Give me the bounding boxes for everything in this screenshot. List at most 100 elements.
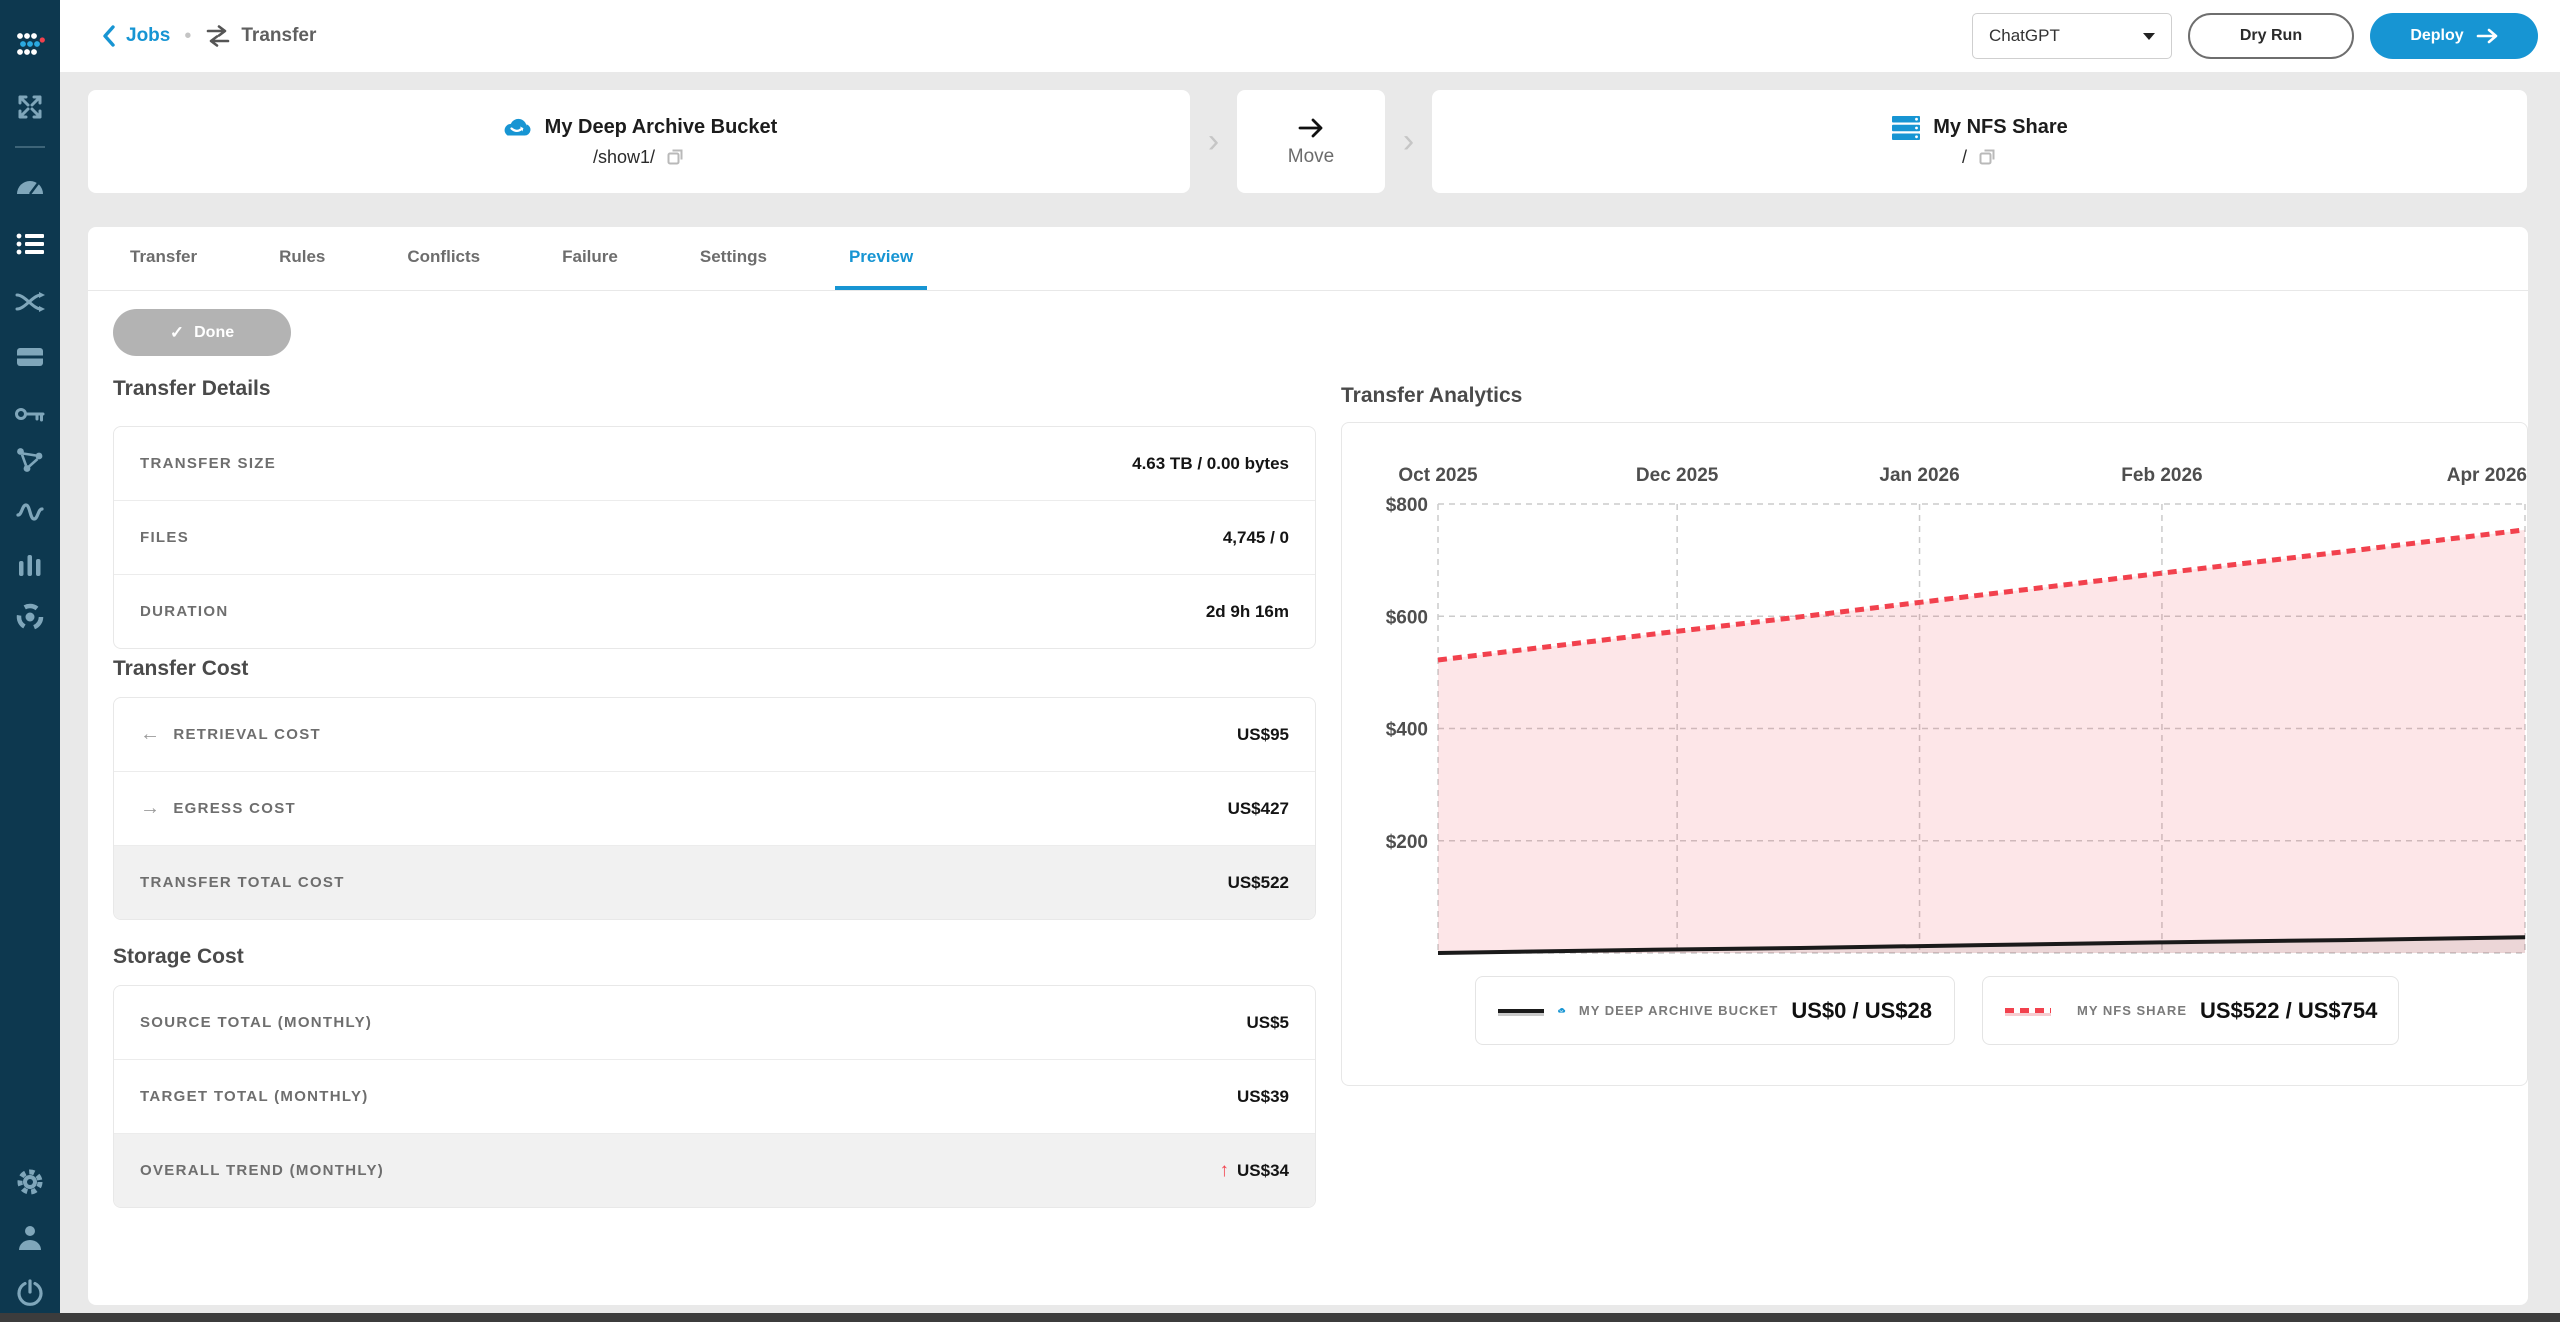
- sidebar-item-credentials[interactable]: [0, 406, 60, 422]
- network-share-icon: [16, 447, 44, 473]
- sidebar-item-storage[interactable]: [0, 347, 60, 367]
- target-path: /: [1962, 147, 1967, 168]
- chevron-left-icon: [100, 24, 118, 48]
- dry-run-button[interactable]: Dry Run: [2188, 13, 2354, 59]
- breadcrumb-separator: •: [184, 25, 191, 48]
- table-row-total: OVERALL TREND (MONTHLY) ↑ US$34: [114, 1133, 1315, 1207]
- row-label-text: RETRIEVAL COST: [173, 726, 321, 743]
- transfer-details-title: Transfer Details: [113, 377, 271, 401]
- power-icon: [16, 1279, 44, 1307]
- sidebar-item-account[interactable]: [0, 1224, 60, 1250]
- breadcrumb-jobs-label: Jobs: [126, 25, 170, 47]
- deploy-button[interactable]: Deploy: [2370, 13, 2538, 59]
- sidebar-item-replication[interactable]: [0, 602, 60, 632]
- page-title: Transfer: [241, 25, 316, 47]
- svg-text:Jan 2026: Jan 2026: [1879, 465, 1959, 486]
- transfer-details-table: TRANSFER SIZE 4.63 TB / 0.00 bytes FILES…: [113, 426, 1316, 649]
- gauge-icon: [15, 177, 45, 195]
- table-row: → EGRESS COST US$427: [114, 771, 1315, 845]
- page-title-group: Transfer: [205, 25, 316, 47]
- tab-conflicts[interactable]: Conflicts: [393, 227, 494, 290]
- transfer-analytics-chart: Oct 2025 Dec 2025 Jan 2026 Feb 2026 Apr 2026…: [1342, 423, 2527, 968]
- row-value: US$522: [1228, 873, 1289, 893]
- row-value: US$39: [1237, 1087, 1289, 1107]
- solid-line-swatch: [1498, 1009, 1544, 1013]
- app-logo[interactable]: [0, 30, 60, 58]
- mobility-arrows-icon: [16, 93, 44, 121]
- window-bottom-edge: [0, 1313, 2560, 1322]
- arrow-right-icon: [2476, 28, 2498, 44]
- chevron-down-icon: [2143, 33, 2155, 40]
- done-button[interactable]: ✓ Done: [113, 309, 291, 356]
- table-row: TARGET TOTAL (MONTHLY) US$39: [114, 1059, 1315, 1133]
- disc-icon: [15, 602, 45, 632]
- transfer-analytics-card: Oct 2025 Dec 2025 Jan 2026 Feb 2026 Apr 2026…: [1341, 422, 2528, 1086]
- dry-run-label: Dry Run: [2240, 27, 2302, 45]
- row-label: TRANSFER TOTAL COST: [140, 874, 345, 891]
- table-row: DURATION 2d 9h 16m: [114, 574, 1315, 648]
- sidebar-item-analytics[interactable]: [0, 554, 60, 576]
- row-label: TARGET TOTAL (MONTHLY): [140, 1088, 369, 1105]
- tab-transfer[interactable]: Transfer: [116, 227, 211, 290]
- tab-rules[interactable]: Rules: [265, 227, 339, 290]
- row-label: OVERALL TREND (MONTHLY): [140, 1162, 384, 1179]
- tab-preview[interactable]: Preview: [835, 227, 927, 290]
- tab-failure[interactable]: Failure: [548, 227, 632, 290]
- source-endpoint-card[interactable]: My Deep Archive Bucket /show1/: [88, 90, 1190, 193]
- svg-text:Dec 2025: Dec 2025: [1636, 465, 1719, 486]
- transfer-cost-title: Transfer Cost: [113, 657, 248, 681]
- svg-text:Oct 2025: Oct 2025: [1398, 465, 1478, 486]
- svg-text:Apr 2026: Apr 2026: [2447, 465, 2527, 486]
- sidebar-item-settings[interactable]: [0, 1167, 60, 1197]
- logo-dots-icon: [15, 30, 45, 58]
- legend-item-source[interactable]: MY DEEP ARCHIVE BUCKET US$0 / US$28: [1475, 976, 1955, 1045]
- tab-settings[interactable]: Settings: [686, 227, 781, 290]
- storage-card-icon: [16, 347, 44, 367]
- target-name: My NFS Share: [1933, 116, 2067, 139]
- table-row: FILES 4,745 / 0: [114, 500, 1315, 574]
- svg-text:Feb 2026: Feb 2026: [2121, 465, 2202, 486]
- sidebar-item-workflows[interactable]: [0, 292, 60, 312]
- row-value: US$95: [1237, 725, 1289, 745]
- trend-up-icon: ↑: [1220, 1160, 1230, 1182]
- done-label: Done: [194, 324, 234, 342]
- row-label: ← RETRIEVAL COST: [140, 723, 321, 746]
- row-label: SOURCE TOTAL (MONTHLY): [140, 1014, 372, 1031]
- sidebar-item-jobs[interactable]: [0, 233, 60, 255]
- row-label: → EGRESS COST: [140, 797, 296, 820]
- table-row: TRANSFER SIZE 4.63 TB / 0.00 bytes: [114, 427, 1315, 500]
- copy-icon[interactable]: [1977, 147, 1997, 167]
- target-endpoint-card[interactable]: My NFS Share /: [1432, 90, 2527, 193]
- source-path: /show1/: [593, 147, 655, 168]
- sidebar-item-logout[interactable]: [0, 1279, 60, 1307]
- row-value-text: US$34: [1237, 1161, 1289, 1181]
- row-value: US$427: [1228, 799, 1289, 819]
- bar-chart-icon: [18, 554, 42, 576]
- row-label: FILES: [140, 529, 189, 546]
- preset-select[interactable]: ChatGPT: [1972, 13, 2172, 59]
- source-name-row: My Deep Archive Bucket: [501, 116, 778, 140]
- arrow-left-icon: ←: [140, 723, 161, 746]
- shuffle-icon: [15, 292, 45, 312]
- legend-item-target[interactable]: MY NFS SHARE US$522 / US$754: [1982, 976, 2399, 1045]
- sidebar-item-network[interactable]: [0, 447, 60, 473]
- header-controls: ChatGPT Dry Run Deploy: [1972, 13, 2538, 59]
- table-row: SOURCE TOTAL (MONTHLY) US$5: [114, 986, 1315, 1059]
- copy-icon[interactable]: [665, 147, 685, 167]
- transfer-analytics-title: Transfer Analytics: [1341, 384, 1522, 408]
- sidebar-item-dashboard[interactable]: [0, 177, 60, 195]
- cloud-bucket-icon: [501, 116, 533, 140]
- check-icon: ✓: [170, 323, 184, 343]
- legend-value: US$522 / US$754: [2200, 998, 2377, 1024]
- transfer-cost-table: ← RETRIEVAL COST US$95 → EGRESS COST US$…: [113, 697, 1316, 920]
- nfs-share-icon: [1891, 116, 1921, 140]
- transfer-arrows-icon: [205, 25, 231, 47]
- sidebar-item-activity[interactable]: [0, 501, 60, 523]
- operation-card[interactable]: Move: [1237, 90, 1385, 193]
- move-arrow-icon: [1297, 116, 1325, 140]
- back-to-jobs-link[interactable]: Jobs: [100, 24, 170, 48]
- endpoint-row: My Deep Archive Bucket /show1/ › Move ›: [88, 90, 2528, 193]
- sidebar-item-mobility[interactable]: [0, 93, 60, 121]
- top-header: Jobs • Transfer ChatGPT Dry Run Deploy: [60, 0, 2560, 72]
- breadcrumb: Jobs • Transfer: [100, 24, 316, 48]
